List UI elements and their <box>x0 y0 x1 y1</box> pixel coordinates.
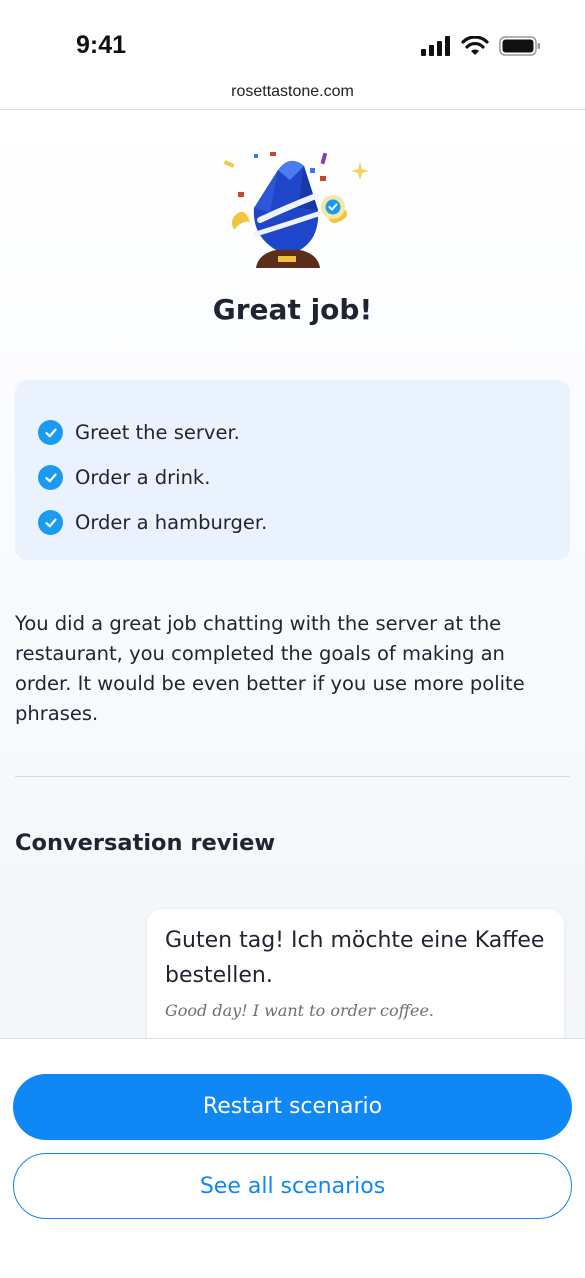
message-translation: Good day! I want to order coffee. <box>165 1001 434 1020</box>
goal-item: Order a drink. <box>38 455 570 500</box>
goal-label: Greet the server. <box>75 421 240 444</box>
check-icon <box>38 510 63 535</box>
message-bubble[interactable]: Guten tag! Ich möchte eine Kaffee bestel… <box>147 909 564 1038</box>
goals-card: Greet the server. Order a drink. Order a… <box>15 380 570 560</box>
trophy-icon <box>223 152 369 268</box>
goal-item: Order a hamburger. <box>38 500 570 545</box>
message-text: Guten tag! Ich möchte eine Kaffee bestel… <box>165 928 545 988</box>
restart-scenario-button[interactable]: Restart scenario <box>13 1074 572 1140</box>
divider <box>15 776 570 777</box>
conversation-review-title: Conversation review <box>15 830 276 856</box>
signal-icon <box>421 36 450 56</box>
battery-icon <box>499 36 540 56</box>
goal-item: Greet the server. <box>38 410 570 455</box>
bottom-action-bar: Restart scenario See all scenarios <box>0 1038 585 1278</box>
results-content: Great job! Greet the server. Order a dri… <box>0 110 585 1038</box>
see-all-scenarios-button[interactable]: See all scenarios <box>13 1153 572 1219</box>
browser-url[interactable]: rosettastone.com <box>0 78 585 110</box>
goal-label: Order a drink. <box>75 466 211 489</box>
wifi-icon <box>461 36 489 55</box>
page-title: Great job! <box>212 293 373 326</box>
status-time: 9:41 <box>76 31 127 59</box>
status-icons <box>421 36 541 56</box>
status-bar: 9:41 <box>0 0 585 78</box>
check-icon <box>38 420 63 445</box>
check-icon <box>38 465 63 490</box>
goal-label: Order a hamburger. <box>75 511 268 534</box>
feedback-text: You did a great job chatting with the se… <box>15 612 525 725</box>
